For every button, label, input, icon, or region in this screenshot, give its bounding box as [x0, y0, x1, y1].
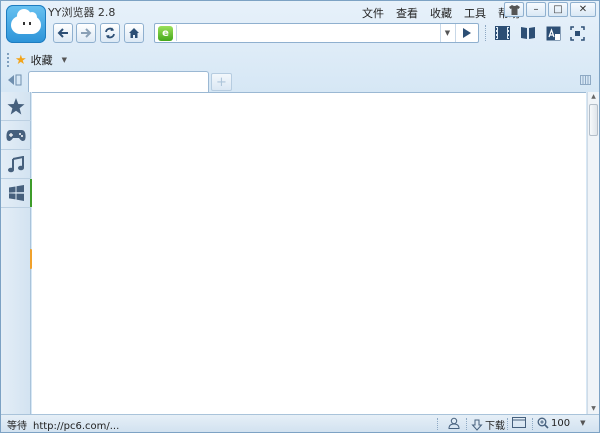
browser-window: YY浏览器 2.8 文件 查看 收藏 工具 帮助 – □ ✕ e ▼: [0, 0, 600, 433]
chevron-down-icon[interactable]: ▼: [62, 56, 67, 64]
home-icon: [129, 28, 139, 38]
home-button[interactable]: [124, 23, 144, 43]
video-icon: [494, 26, 510, 40]
sidebar-toggle-button[interactable]: [4, 72, 24, 88]
scroll-thumb[interactable]: [589, 104, 598, 136]
status-bar: 等待 http://pc6.com/... 下载 100 ▼: [1, 414, 599, 432]
zoom-icon: [537, 417, 549, 429]
status-text: 等待 http://pc6.com/...: [7, 417, 119, 432]
new-tab-button[interactable]: +: [211, 73, 232, 91]
skin-button[interactable]: [504, 2, 524, 17]
address-input[interactable]: [179, 25, 439, 41]
chevron-down-icon: ▼: [444, 29, 451, 37]
back-button[interactable]: [53, 23, 73, 43]
plus-icon: +: [216, 74, 227, 90]
scroll-down-icon[interactable]: ▼: [588, 404, 599, 414]
play-icon: [463, 28, 471, 38]
sidebar: [1, 92, 31, 414]
window-icon: [512, 417, 526, 428]
scroll-up-icon[interactable]: ▲: [588, 92, 599, 102]
download-icon: [471, 419, 483, 431]
refresh-button[interactable]: [100, 23, 120, 43]
sidebar-item-windows[interactable]: [1, 179, 31, 208]
zoom-value: 100: [551, 417, 571, 429]
arrow-right-icon: [81, 28, 92, 38]
menu-file[interactable]: 文件: [356, 5, 390, 21]
tab-blank[interactable]: [28, 71, 209, 92]
refresh-icon: [105, 27, 115, 39]
arrow-left-icon: [57, 28, 68, 38]
screenshot-icon: [569, 25, 585, 41]
video-button[interactable]: [493, 24, 511, 42]
maximize-button[interactable]: □: [548, 2, 568, 17]
sidebar-item-music[interactable]: [1, 150, 31, 179]
shirt-icon: [508, 4, 520, 15]
tab-list-icon[interactable]: [580, 75, 591, 85]
status-state: 等待: [7, 421, 27, 432]
collapse-sidebar-icon: [8, 74, 22, 86]
download-label: 下载: [485, 421, 505, 432]
menu-bar: 文件 查看 收藏 工具 帮助: [356, 5, 526, 21]
minimize-button[interactable]: –: [526, 2, 546, 17]
user-icon: [448, 417, 460, 429]
music-note-icon: [8, 155, 24, 172]
forward-button[interactable]: [76, 23, 96, 43]
menu-favorites[interactable]: 收藏: [424, 5, 458, 21]
windows-logo-icon: [8, 185, 24, 201]
menu-tools[interactable]: 工具: [458, 5, 492, 21]
minimize-icon: –: [533, 3, 539, 15]
address-dropdown-button[interactable]: ▼: [440, 24, 454, 42]
toolbar-grip[interactable]: [7, 53, 9, 67]
close-icon: ✕: [578, 3, 588, 15]
bookmarks-bar: ★ 收藏 ▼: [7, 52, 67, 68]
reader-button[interactable]: [519, 24, 537, 42]
close-button[interactable]: ✕: [570, 2, 596, 17]
menu-view[interactable]: 查看: [390, 5, 424, 21]
sidebar-item-games[interactable]: [1, 121, 31, 150]
favorites-star-icon: [7, 97, 25, 114]
page-content[interactable]: [32, 92, 586, 414]
address-bar: e ▼: [154, 23, 479, 43]
tab-bar: +: [1, 69, 599, 92]
window-mode-button[interactable]: [512, 417, 526, 428]
window-title: YY浏览器 2.8: [48, 6, 116, 19]
translate-button[interactable]: [544, 24, 562, 42]
chevron-down-icon[interactable]: ▼: [580, 419, 585, 427]
favorites-menu-button[interactable]: 收藏: [31, 52, 53, 68]
app-logo-icon: [6, 5, 46, 43]
go-button[interactable]: [455, 24, 478, 42]
maximize-icon: □: [553, 3, 563, 15]
sidebar-item-favorites[interactable]: [1, 92, 31, 121]
translate-icon: [546, 26, 560, 40]
reader-icon: [521, 27, 535, 39]
vertical-scrollbar[interactable]: ▲ ▼: [587, 92, 599, 414]
user-button[interactable]: [448, 417, 460, 429]
gamepad-icon: [6, 129, 26, 141]
window-controls: – □ ✕: [504, 2, 596, 17]
zoom-control[interactable]: 100 ▼: [537, 417, 585, 429]
star-icon: ★: [15, 52, 27, 68]
status-url: http://pc6.com/...: [33, 421, 120, 432]
download-button[interactable]: 下载: [471, 417, 505, 432]
screenshot-button[interactable]: [568, 24, 586, 42]
ie-compat-icon[interactable]: e: [158, 26, 173, 41]
